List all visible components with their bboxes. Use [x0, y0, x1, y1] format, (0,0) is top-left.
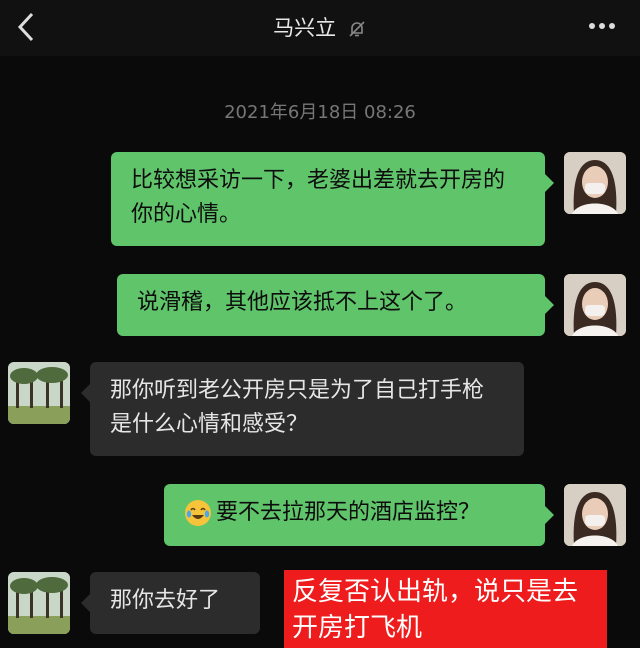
avatar-portrait-icon [564, 274, 626, 336]
message-text: 要不去拉那天的酒店监控？ [216, 500, 481, 525]
my-avatar[interactable] [564, 484, 626, 546]
my-avatar[interactable] [564, 274, 626, 336]
avatar-portrait-icon [564, 484, 626, 546]
avatar-trees-icon [8, 572, 70, 634]
bell-off-icon [349, 21, 365, 37]
my-avatar[interactable] [564, 152, 626, 214]
outgoing-message[interactable]: 要不去拉那天的酒店监控？ [164, 484, 554, 546]
avatar-portrait-icon [564, 152, 626, 214]
outgoing-message[interactable]: 比较想采访一下，老婆出差就去开房的你的心情。 [111, 152, 554, 246]
laughing-crying-emoji-icon [185, 500, 211, 526]
avatar-trees-icon [8, 362, 70, 424]
outgoing-message[interactable]: 说滑稽，其他应该抵不上这个了。 [117, 274, 554, 336]
contact-name: 马兴立 [273, 16, 337, 40]
incoming-message[interactable]: 那你听到老公开房只是为了自己打手枪是什么心情和感受？ [81, 362, 524, 456]
contact-avatar[interactable] [8, 572, 70, 634]
red-annotation-box: 反复否认出轨，说只是去开房打飞机 [284, 570, 607, 648]
message-timestamp: 2021年6月18日 08:26 [224, 102, 416, 123]
contact-avatar[interactable] [8, 362, 70, 424]
top-bar: 马兴立 [0, 0, 640, 56]
incoming-message[interactable]: 那你去好了 [81, 572, 260, 634]
more-dots-icon[interactable] [584, 14, 620, 38]
chat-title: 马兴立 [0, 12, 640, 42]
